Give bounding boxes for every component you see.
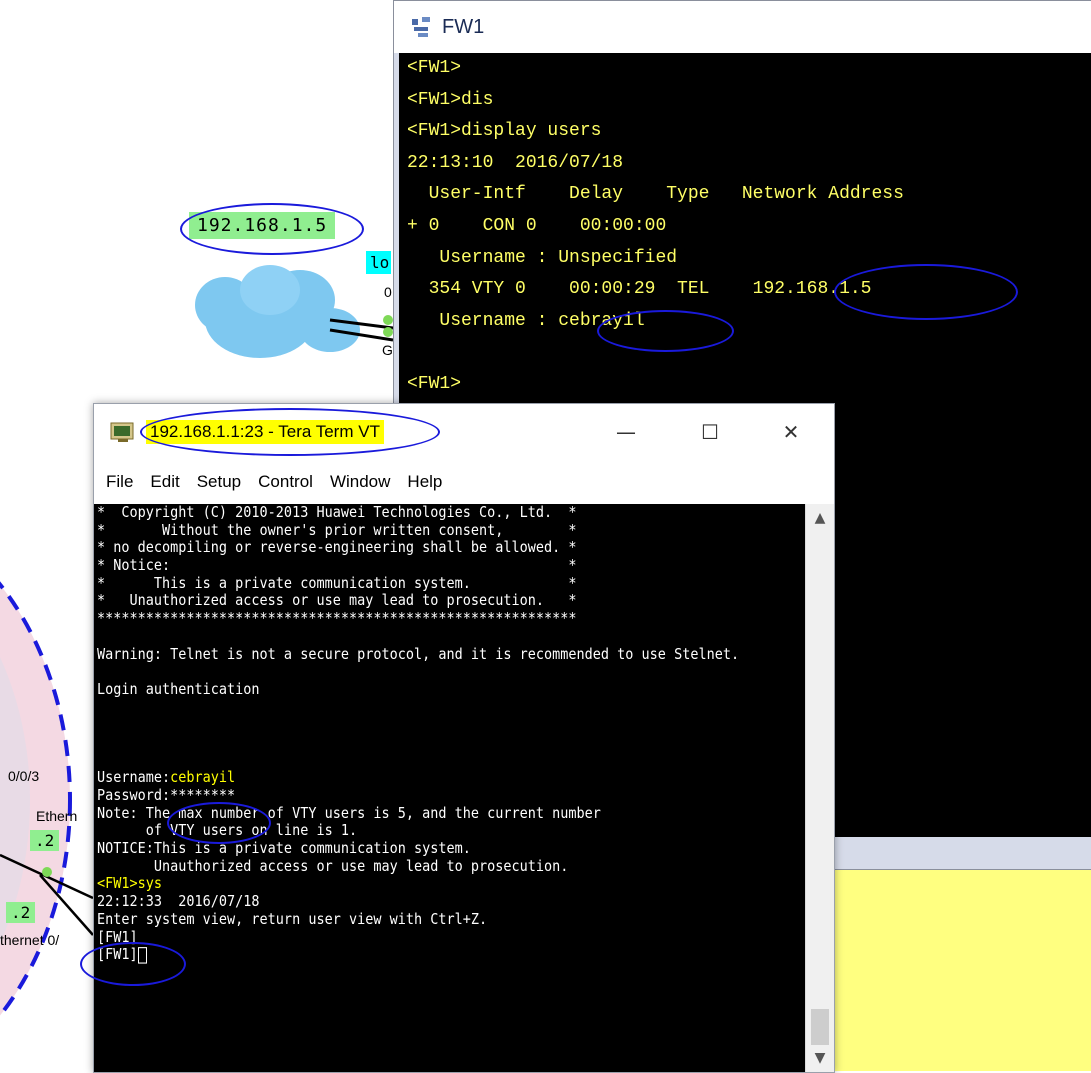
cloud-ip-tag: 192.168.1.5 xyxy=(189,212,336,239)
terminal-line: Password:******** xyxy=(97,787,236,805)
teraterm-window-title: 192.168.1.1:23 - Tera Term VT xyxy=(146,420,384,444)
terminal-line: of VTY users on line is 1. xyxy=(97,822,358,840)
fw1-console-line: Username : cebrayil xyxy=(407,310,645,331)
address-tag-1: .2 xyxy=(30,830,60,851)
terminal-line: * Copyright (C) 2010-2013 Huawei Technol… xyxy=(97,504,577,522)
interface-label: 0/0/3 xyxy=(8,768,40,784)
terminal-line: * Notice: * xyxy=(97,557,577,575)
port-label-a: 0 xyxy=(384,284,392,300)
menu-help[interactable]: Help xyxy=(407,472,442,492)
terminal-cursor xyxy=(137,946,147,964)
device-icon xyxy=(412,17,430,37)
port-label-g: G xyxy=(382,342,393,358)
login-username-value: cebrayil xyxy=(170,769,236,787)
minimize-button[interactable]: — xyxy=(603,416,649,448)
terminal-line-highlighted: Username:cebrayil xyxy=(97,769,236,787)
terminal-line: ****************************************… xyxy=(97,610,577,628)
ethernet-label-2: thernet 0/ xyxy=(0,932,60,948)
topology-yellow-area xyxy=(830,868,1091,1071)
fw1-console-line: 354 VTY 0 00:00:29 TEL 192.168.1.5 xyxy=(407,279,872,300)
menu-file[interactable]: File xyxy=(106,472,133,492)
menu-window[interactable]: Window xyxy=(330,472,390,492)
teraterm-menubar: File Edit Setup Control Window Help xyxy=(94,460,834,504)
link-endpoint xyxy=(42,867,52,877)
link-endpoint xyxy=(383,315,393,325)
teraterm-terminal[interactable]: * Copyright (C) 2010-2013 Huawei Technol… xyxy=(94,504,806,1072)
menu-edit[interactable]: Edit xyxy=(150,472,179,492)
scrollbar-thumb[interactable] xyxy=(811,1009,829,1045)
terminal-line: Enter system view, return user view with… xyxy=(97,910,488,929)
terminal-line-highlighted: <FW1>sys xyxy=(97,875,163,894)
terminal-line: Login authentication xyxy=(97,680,260,699)
menu-control[interactable]: Control xyxy=(258,472,313,492)
fw1-console-line: Username : Unspecified xyxy=(407,247,678,268)
cloud-icon[interactable] xyxy=(195,265,360,358)
fw1-window-title: FW1 xyxy=(442,15,485,38)
scroll-up-icon[interactable]: ▲ xyxy=(806,506,834,530)
ethernet-label-1: Ethern xyxy=(36,808,78,824)
close-button[interactable]: ✕ xyxy=(768,416,814,448)
terminal-scrollbar[interactable]: ▲ ▼ xyxy=(805,504,834,1072)
terminal-line: * no decompiling or reverse-engineering … xyxy=(97,539,577,557)
fw1-console-line: <FW1>dis xyxy=(407,89,494,110)
teraterm-titlebar[interactable]: 192.168.1.1:23 - Tera Term VT — ☐ ✕ xyxy=(94,404,834,460)
fw1-console-line: User-Intf Delay Type Network Address xyxy=(407,184,904,205)
scroll-down-icon[interactable]: ▼ xyxy=(806,1046,834,1070)
menu-setup[interactable]: Setup xyxy=(197,472,241,492)
lo-tag: lo xyxy=(366,251,392,274)
terminal-line: 22:12:33 2016/07/18 xyxy=(97,893,260,911)
terminal-line: NOTICE:This is a private communication s… xyxy=(97,840,471,858)
address-tag-2: .2 xyxy=(6,902,36,923)
terminal-line: [FW1] xyxy=(94,946,806,965)
fw1-console-line: 22:13:10 2016/07/18 xyxy=(407,152,624,173)
fw1-console-line: <FW1> xyxy=(407,58,462,78)
link-endpoint xyxy=(383,327,393,337)
teraterm-icon xyxy=(110,422,134,442)
fw1-console-line: <FW1>display users xyxy=(407,121,602,142)
fw1-console-line: + 0 CON 0 00:00:00 xyxy=(407,215,667,236)
teraterm-window[interactable]: 192.168.1.1:23 - Tera Term VT — ☐ ✕ File… xyxy=(93,403,835,1073)
terminal-line: * Unauthorized access or use may lead to… xyxy=(97,592,577,611)
fw1-console-line xyxy=(399,337,1091,369)
fw1-titlebar[interactable]: FW1 xyxy=(394,1,1091,53)
maximize-button[interactable]: ☐ xyxy=(687,416,733,448)
fw1-console-line: <FW1> xyxy=(407,373,462,394)
